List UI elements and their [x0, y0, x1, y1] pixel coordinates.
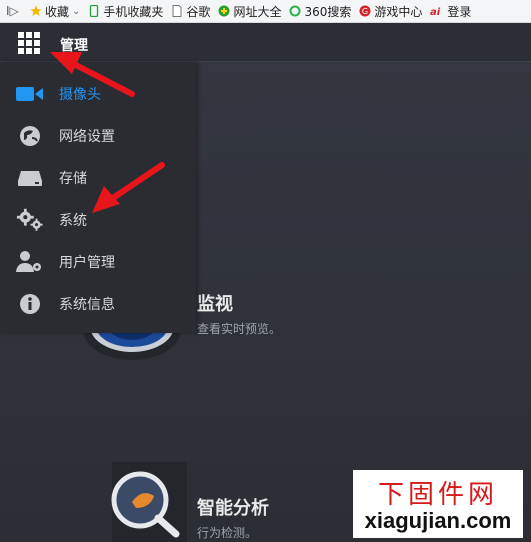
tile-description: 行为检测。	[197, 526, 258, 540]
game-icon: G	[359, 5, 371, 17]
bookmark-directory[interactable]: 网址大全	[218, 3, 281, 20]
menu-item-network[interactable]: 网络设置	[0, 115, 196, 157]
bookmark-label: 360搜索	[304, 4, 352, 19]
svg-text:G: G	[362, 7, 368, 16]
bookmark-label: 收藏	[45, 4, 70, 19]
page-icon	[172, 5, 182, 17]
plus-circle-icon	[218, 5, 230, 17]
tile-description: 查看实时预览。	[197, 322, 282, 336]
network-globe-icon	[16, 124, 44, 148]
bookmark-games[interactable]: G 游戏中心	[359, 3, 422, 20]
app-grid-icon[interactable]	[18, 32, 40, 54]
menu-item-label: 摄像头	[59, 87, 101, 103]
menu-item-label: 网络设置	[59, 129, 115, 145]
menu-item-storage[interactable]: 存储	[0, 157, 196, 199]
menu-item-system-info[interactable]: 系统信息	[0, 283, 196, 325]
bookmark-login[interactable]: ai 登录	[430, 3, 471, 20]
magnifier-icon	[111, 462, 187, 542]
side-menu: 摄像头 网络设置 存储 系统 用户管理 系统信息	[0, 62, 196, 333]
storage-drive-icon	[16, 166, 44, 190]
sidebar-toggle-icon[interactable]: I▷	[6, 4, 24, 18]
bookmark-mobile[interactable]: 手机收藏夹	[88, 3, 163, 20]
watermark-title: 下固件网	[377, 480, 498, 510]
svg-text:ai: ai	[430, 7, 441, 17]
camera-icon	[16, 82, 44, 106]
bookmark-google[interactable]: 谷歌	[171, 3, 210, 20]
star-icon	[30, 5, 42, 16]
watermark-url: xiagujian.com	[364, 508, 512, 533]
user-gear-icon	[16, 250, 44, 274]
bookmark-360-search[interactable]: 360搜索	[289, 3, 351, 20]
tile-title: 智能分析	[197, 498, 269, 519]
bookmark-label: 谷歌	[186, 4, 211, 19]
menu-item-user-management[interactable]: 用户管理	[0, 241, 196, 283]
bookmark-bar: I▷ 收藏 ⌄ 手机收藏夹 谷歌 网址大全 360搜索 G 游戏中心 ai 登录	[0, 0, 531, 23]
bookmark-favorites[interactable]: 收藏 ⌄	[30, 3, 80, 20]
menu-item-camera[interactable]: 摄像头	[0, 73, 196, 115]
tile-title: 监视	[197, 294, 233, 315]
chevron-down-icon[interactable]: ⌄	[72, 6, 80, 17]
menu-item-system[interactable]: 系统	[0, 199, 196, 241]
ai-icon: ai	[430, 7, 441, 17]
page-title: 管理	[60, 38, 88, 54]
bookmark-label: 登录	[447, 4, 472, 19]
menu-item-label: 系统信息	[59, 297, 115, 313]
watermark: 下固件网 xiagujian.com	[353, 470, 523, 538]
phone-icon	[90, 5, 99, 17]
tile-smart-analysis[interactable]: 智能分析 行为检测。	[80, 462, 320, 542]
search-360-icon	[289, 5, 301, 17]
bookmark-label: 网址大全	[233, 4, 282, 19]
app-header: 管理	[0, 23, 531, 62]
menu-item-label: 用户管理	[59, 255, 115, 271]
menu-item-label: 系统	[59, 213, 87, 229]
bookmark-label: 手机收藏夹	[103, 4, 164, 19]
menu-item-label: 存储	[59, 171, 87, 187]
info-icon	[16, 292, 44, 316]
gears-icon	[16, 208, 44, 232]
bookmark-label: 游戏中心	[374, 4, 423, 19]
